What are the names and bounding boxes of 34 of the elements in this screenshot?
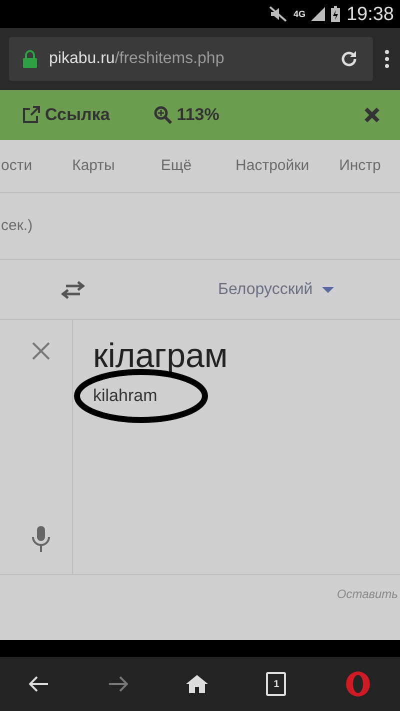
- opera-logo[interactable]: [344, 671, 371, 697]
- lock-icon: [23, 50, 37, 68]
- close-icon[interactable]: [364, 107, 380, 123]
- swap-icon[interactable]: [60, 280, 86, 298]
- nav-link[interactable]: Настройки: [236, 154, 310, 178]
- tabs-button[interactable]: 1: [266, 672, 286, 696]
- feedback-link[interactable]: Оставить: [336, 585, 398, 603]
- address-field[interactable]: pikabu.ru/freshitems.php: [9, 37, 373, 81]
- network-label: 4G: [293, 10, 306, 18]
- nav-link[interactable]: ости: [1, 154, 32, 178]
- mute-icon: [269, 6, 288, 22]
- battery-icon: [331, 6, 340, 22]
- nav-link[interactable]: Ещё: [160, 154, 192, 178]
- link-button[interactable]: Ссылка: [22, 102, 110, 128]
- menu-icon[interactable]: [383, 49, 391, 69]
- home-icon[interactable]: [186, 675, 208, 693]
- nav-link[interactable]: Карты: [72, 154, 115, 178]
- reload-icon[interactable]: [339, 49, 359, 69]
- translation-text: кілаграм: [93, 336, 229, 377]
- signal-icon: [311, 7, 326, 21]
- transliteration-text: kilahram: [93, 385, 158, 407]
- microphone-icon[interactable]: [32, 526, 50, 552]
- dropdown-caret-icon: [322, 286, 334, 292]
- url-text: pikabu.ru/freshitems.php: [49, 49, 226, 69]
- clear-icon[interactable]: [32, 342, 50, 360]
- language-selector[interactable]: Белорусский: [218, 278, 334, 302]
- nav-link[interactable]: Инстр: [339, 154, 381, 178]
- zoom-icon: [154, 106, 172, 124]
- external-link-icon: [22, 106, 40, 124]
- forward-icon[interactable]: [108, 676, 128, 692]
- clock: 19:38: [346, 4, 394, 24]
- zoom-button[interactable]: 113%: [154, 102, 220, 128]
- back-icon[interactable]: [29, 676, 50, 692]
- hint-text: сек.): [1, 216, 33, 236]
